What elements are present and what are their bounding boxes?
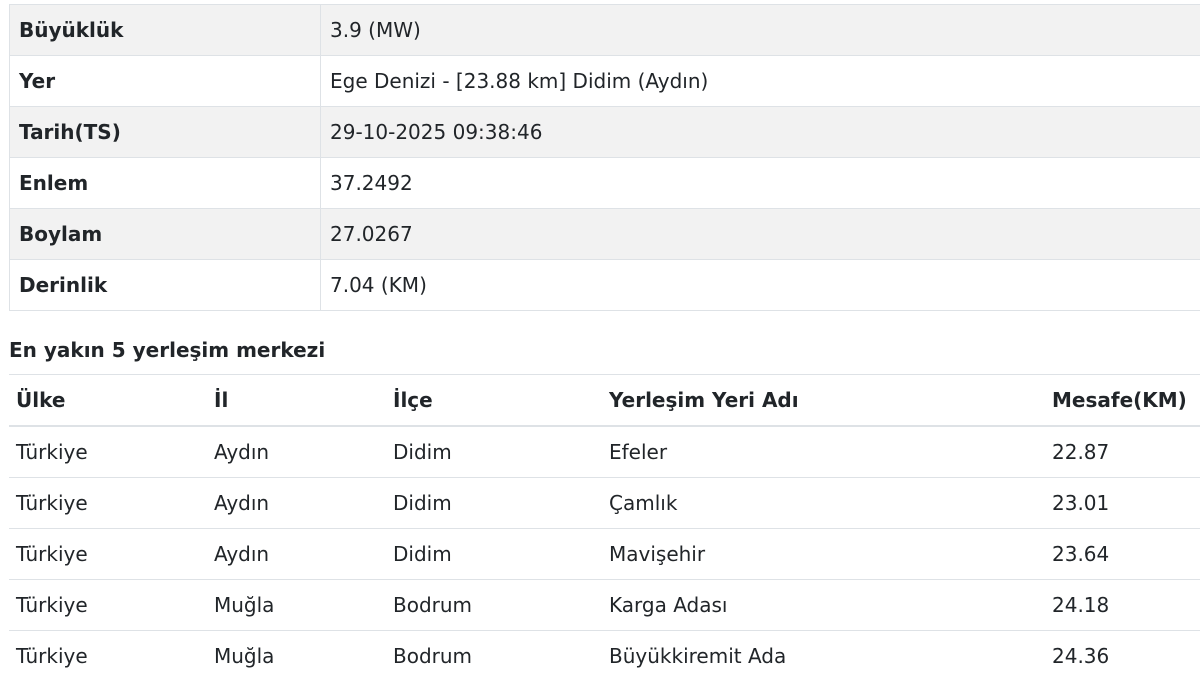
- cell-country: Türkiye: [9, 630, 207, 681]
- earthquake-details-table: Büyüklük 3.9 (MW) Yer Ege Denizi - [23.8…: [9, 4, 1200, 311]
- detail-row-depth: Derinlik 7.04 (KM): [9, 259, 1200, 311]
- detail-row-location: Yer Ege Denizi - [23.88 km] Didim (Aydın…: [9, 55, 1200, 107]
- cell-district: Bodrum: [386, 579, 602, 631]
- cell-distance: 23.01: [1045, 477, 1200, 529]
- column-header-province: İl: [207, 374, 386, 427]
- cell-country: Türkiye: [9, 425, 207, 478]
- nearest-settlements-table: Ülke İl İlçe Yerleşim Yeri Adı Mesafe(KM…: [9, 374, 1200, 681]
- cell-district: Didim: [386, 425, 602, 478]
- detail-label: Derinlik: [9, 259, 321, 311]
- cell-district: Bodrum: [386, 630, 602, 681]
- cell-province: Aydın: [207, 477, 386, 529]
- cell-province: Muğla: [207, 630, 386, 681]
- detail-value: 29-10-2025 09:38:46: [320, 106, 1200, 158]
- cell-country: Türkiye: [9, 579, 207, 631]
- cell-settlement: Karga Adası: [602, 579, 1045, 631]
- detail-label: Enlem: [9, 157, 321, 209]
- detail-label: Büyüklük: [9, 4, 321, 56]
- table-row: Türkiye Aydın Didim Mavişehir 23.64: [9, 528, 1200, 580]
- detail-value: 3.9 (MW): [320, 4, 1200, 56]
- column-header-district: İlçe: [386, 374, 602, 427]
- earthquake-detail-page: Büyüklük 3.9 (MW) Yer Ege Denizi - [23.8…: [0, 0, 1200, 686]
- cell-province: Aydın: [207, 528, 386, 580]
- table-row: Türkiye Muğla Bodrum Büyükkiremit Ada 24…: [9, 630, 1200, 681]
- nearest-settlements-heading: En yakın 5 yerleşim merkezi: [9, 338, 326, 362]
- cell-district: Didim: [386, 477, 602, 529]
- detail-row-date: Tarih(TS) 29-10-2025 09:38:46: [9, 106, 1200, 158]
- cell-settlement: Efeler: [602, 425, 1045, 478]
- cell-district: Didim: [386, 528, 602, 580]
- cell-settlement: Çamlık: [602, 477, 1045, 529]
- detail-label: Yer: [9, 55, 321, 107]
- detail-value: 27.0267: [320, 208, 1200, 260]
- detail-label: Tarih(TS): [9, 106, 321, 158]
- table-row: Türkiye Muğla Bodrum Karga Adası 24.18: [9, 579, 1200, 631]
- column-header-distance: Mesafe(KM): [1045, 374, 1200, 427]
- cell-country: Türkiye: [9, 477, 207, 529]
- column-header-settlement: Yerleşim Yeri Adı: [602, 374, 1045, 427]
- cell-distance: 22.87: [1045, 425, 1200, 478]
- cell-province: Muğla: [207, 579, 386, 631]
- column-header-country: Ülke: [9, 374, 207, 427]
- table-header-row: Ülke İl İlçe Yerleşim Yeri Adı Mesafe(KM…: [9, 374, 1200, 427]
- detail-value: 37.2492: [320, 157, 1200, 209]
- detail-row-longitude: Boylam 27.0267: [9, 208, 1200, 260]
- cell-settlement: Büyükkiremit Ada: [602, 630, 1045, 681]
- cell-distance: 24.36: [1045, 630, 1200, 681]
- detail-row-latitude: Enlem 37.2492: [9, 157, 1200, 209]
- detail-value: Ege Denizi - [23.88 km] Didim (Aydın): [320, 55, 1200, 107]
- detail-value: 7.04 (KM): [320, 259, 1200, 311]
- cell-settlement: Mavişehir: [602, 528, 1045, 580]
- detail-label: Boylam: [9, 208, 321, 260]
- cell-distance: 24.18: [1045, 579, 1200, 631]
- cell-province: Aydın: [207, 425, 386, 478]
- table-row: Türkiye Aydın Didim Efeler 22.87: [9, 425, 1200, 478]
- table-row: Türkiye Aydın Didim Çamlık 23.01: [9, 477, 1200, 529]
- cell-distance: 23.64: [1045, 528, 1200, 580]
- cell-country: Türkiye: [9, 528, 207, 580]
- detail-row-magnitude: Büyüklük 3.9 (MW): [9, 4, 1200, 56]
